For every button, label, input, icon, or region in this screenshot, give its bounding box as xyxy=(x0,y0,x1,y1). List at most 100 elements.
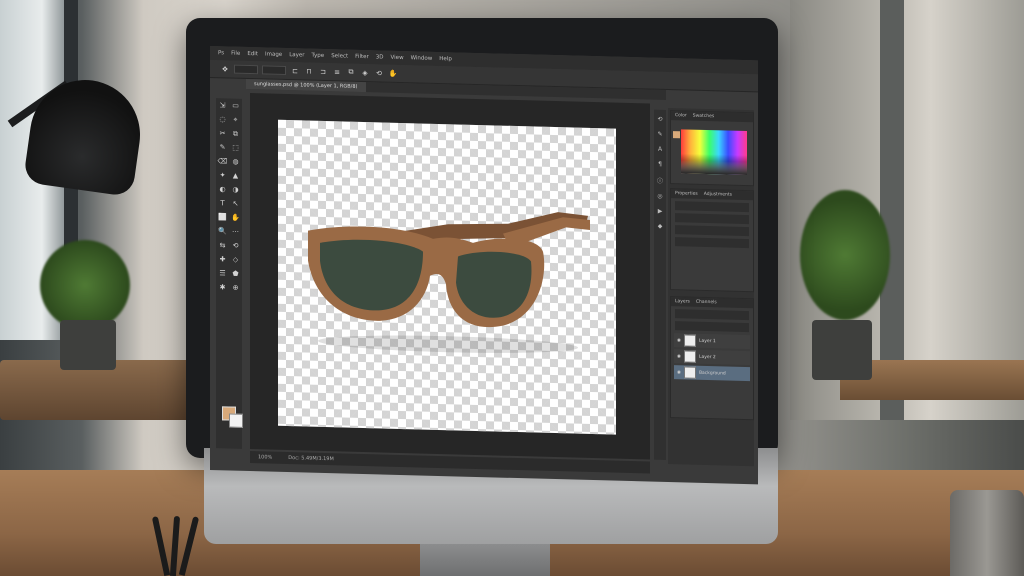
tool-icon[interactable]: ✦ xyxy=(217,170,228,181)
menu-item[interactable]: File xyxy=(231,51,240,57)
menu-item[interactable]: Edit xyxy=(247,51,258,57)
workspace xyxy=(250,93,650,460)
tool-icon[interactable]: ⌫ xyxy=(217,156,228,167)
align-left-icon[interactable]: ⊏ xyxy=(290,66,300,76)
align-right-icon[interactable]: ⊐ xyxy=(318,66,328,76)
layer-select-field[interactable] xyxy=(262,65,286,75)
layer-item-selected[interactable]: ◉ Background xyxy=(674,365,750,382)
tool-icon[interactable]: ✎ xyxy=(217,142,228,153)
tool-icon[interactable]: ⇲ xyxy=(217,100,228,111)
tool-icon[interactable]: ◑ xyxy=(230,184,241,195)
menu-item[interactable]: View xyxy=(391,55,404,61)
tool-icon[interactable]: ✋ xyxy=(230,212,241,223)
layer-item[interactable]: ◉ Layer 1 xyxy=(674,333,750,350)
tab-color[interactable]: Color xyxy=(675,113,687,118)
arrange-icon[interactable]: ⧉ xyxy=(346,67,356,77)
document-tab[interactable]: sunglasses.psd @ 100% (Layer 1, RGB/8) xyxy=(246,78,366,93)
menu-item[interactable]: Select xyxy=(331,53,348,59)
actions-icon[interactable]: ▶ xyxy=(658,208,663,215)
info-icon[interactable]: ⓘ xyxy=(657,176,663,185)
paragraph-icon[interactable]: ¶ xyxy=(658,161,662,168)
right-panels: Color Swatches Properties Adjustments La… xyxy=(668,107,754,467)
tool-icon[interactable]: ⌖ xyxy=(230,114,241,125)
document-canvas[interactable] xyxy=(278,119,616,435)
layer-thumbnail xyxy=(683,350,696,363)
property-row[interactable] xyxy=(675,213,749,225)
foreground-mini-swatch[interactable] xyxy=(673,131,680,139)
tab-adjustments[interactable]: Adjustments xyxy=(704,192,732,198)
menu-item[interactable]: Type xyxy=(312,53,325,59)
blend-mode-row[interactable] xyxy=(675,321,749,333)
panel-icon-strip: ⟲ ✎ A ¶ ⓘ ◎ ▶ ◆ xyxy=(654,109,666,460)
color-panel-tabs: Color Swatches xyxy=(671,111,753,123)
auto-select-field[interactable] xyxy=(234,64,258,75)
layer-item[interactable]: ◉ Layer 2 xyxy=(674,349,750,366)
character-icon[interactable]: A xyxy=(658,146,662,153)
tool-icon[interactable]: ◍ xyxy=(230,156,241,167)
menu-item[interactable]: Image xyxy=(265,51,282,57)
eye-icon[interactable]: ◉ xyxy=(677,370,681,375)
layer-thumbnail xyxy=(683,334,696,347)
tool-icon[interactable]: ✚ xyxy=(217,254,228,265)
menu-item[interactable]: 3D xyxy=(376,54,384,60)
property-row[interactable] xyxy=(675,237,749,249)
layer-name: Layer 2 xyxy=(698,354,716,360)
pencil-holder xyxy=(150,510,210,576)
tool-icon[interactable]: ▲ xyxy=(230,170,241,181)
tool-icon[interactable]: ⇆ xyxy=(217,240,228,251)
tool-icon[interactable]: ☰ xyxy=(217,268,228,279)
color-spectrum[interactable] xyxy=(681,129,747,176)
tool-icon[interactable]: ⧉ xyxy=(230,128,241,139)
distribute-icon[interactable]: ≡ xyxy=(332,67,342,77)
tool-icon[interactable]: ⬟ xyxy=(230,268,241,279)
layers-panel: Layers Channels ◉ Layer 1 ◉ Layer 2 ◉ Ba… xyxy=(670,296,754,421)
history-icon[interactable]: ⟲ xyxy=(657,116,662,123)
eye-icon[interactable]: ◉ xyxy=(677,354,681,359)
document-info: Doc: 5.49M/3.19M xyxy=(288,455,334,463)
menu-item[interactable]: Window xyxy=(411,55,433,62)
3d-mode-icon[interactable]: ◈ xyxy=(360,67,370,77)
right-plant-pot xyxy=(812,320,872,380)
menu-item[interactable]: Filter xyxy=(355,54,369,60)
tab-layers[interactable]: Layers xyxy=(675,299,690,304)
layers-panel-tabs: Layers Channels xyxy=(671,297,753,309)
property-row[interactable] xyxy=(675,225,749,237)
tool-icon[interactable]: ✂ xyxy=(217,128,228,139)
monitor-stand xyxy=(420,544,550,576)
tool-icon[interactable]: T xyxy=(217,198,228,209)
tab-channels[interactable]: Channels xyxy=(696,300,717,306)
styles-icon[interactable]: ◆ xyxy=(658,223,663,230)
tool-icon[interactable]: ↖ xyxy=(230,198,241,209)
move-icon[interactable]: ✥ xyxy=(220,64,230,74)
tab-swatches[interactable]: Swatches xyxy=(693,114,715,120)
tool-icon[interactable]: ⋯ xyxy=(230,226,241,237)
eye-icon[interactable]: ◉ xyxy=(677,338,681,343)
navigator-icon[interactable]: ◎ xyxy=(657,193,662,200)
menu-item[interactable]: Layer xyxy=(289,52,304,58)
layer-filter-row[interactable] xyxy=(675,309,749,321)
tool-icon[interactable]: ◐ xyxy=(217,184,228,195)
property-row[interactable] xyxy=(675,201,749,213)
menu-item[interactable]: Help xyxy=(439,56,452,62)
tool-icon[interactable]: ⊕ xyxy=(230,282,241,293)
pillar xyxy=(880,0,904,420)
tool-icon[interactable]: ▭ xyxy=(230,100,241,111)
rotate-icon[interactable]: ⟲ xyxy=(374,68,384,78)
zoom-level[interactable]: 100% xyxy=(258,454,272,460)
tool-icon[interactable]: ✱ xyxy=(217,282,228,293)
photo-editor-window: Ps File Edit Image Layer Type Select Filter 3D Vi… xyxy=(210,46,758,485)
tool-icon[interactable]: ◇ xyxy=(230,254,241,265)
pan-icon[interactable]: ✋ xyxy=(388,68,398,78)
tool-icon[interactable]: ⬚ xyxy=(230,142,241,153)
tab-properties[interactable]: Properties xyxy=(675,191,698,197)
brush-settings-icon[interactable]: ✎ xyxy=(657,131,662,138)
tool-icon[interactable]: 🔍 xyxy=(217,226,228,237)
tool-icon[interactable]: ⬜ xyxy=(217,212,228,223)
tool-icon[interactable]: ◌ xyxy=(217,114,228,125)
align-center-icon[interactable]: ⊓ xyxy=(304,66,314,76)
background-color-swatch[interactable] xyxy=(229,413,243,428)
menu-item[interactable]: Ps xyxy=(218,50,224,56)
properties-panel-tabs: Properties Adjustments xyxy=(671,189,753,201)
document-tab-label: sunglasses.psd @ 100% (Layer 1, RGB/8) xyxy=(254,81,358,90)
tool-icon[interactable]: ⟲ xyxy=(230,240,241,251)
